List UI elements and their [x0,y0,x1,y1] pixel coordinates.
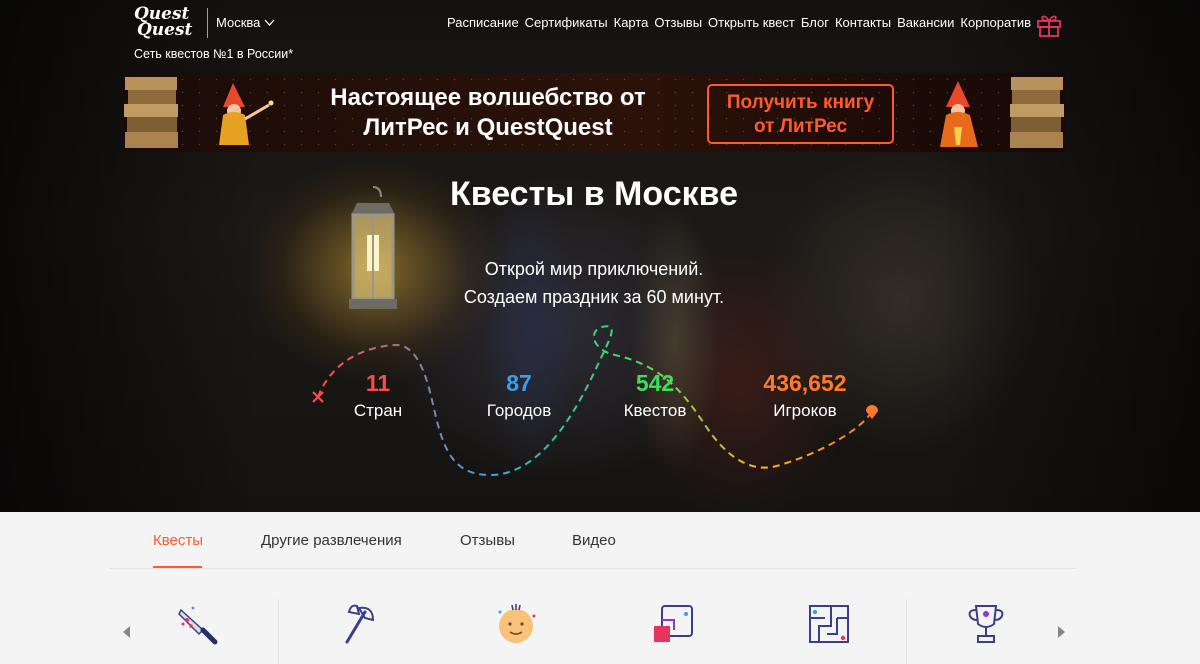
page-title: Квесты в Москве [450,175,738,213]
stat-quests: 542 Квестов [623,370,687,420]
main-nav: Расписание Сертификаты Карта Отзывы Откр… [447,15,1031,30]
banner-headline: Настоящее волшебство от ЛитРес и QuestQu… [330,84,646,141]
nav-schedule[interactable]: Расписание [447,15,519,30]
chevron-down-icon [264,19,275,26]
start-cross-icon [312,391,324,403]
books-image [1010,77,1064,148]
wizard-illustration [940,81,978,147]
nav-reviews[interactable]: Отзывы [654,15,702,30]
chevron-left-icon[interactable] [122,625,131,639]
wizard-illustration [219,83,274,145]
nav-open-quest[interactable]: Открыть квест [708,15,795,30]
hero-subtitle: Открой мир приключений. Создаем праздник… [463,259,725,307]
nav-contacts[interactable]: Контакты [835,15,891,30]
city-selector[interactable]: Москва [216,15,275,30]
gift-icon[interactable] [1035,10,1063,38]
axe-icon[interactable] [333,600,381,648]
stat-countries: 11 Стран [353,370,403,420]
tab-other-entertainment[interactable]: Другие развлечения [261,532,402,549]
get-book-button[interactable]: Получить книгу от ЛитРес [707,84,894,144]
nav-certificates[interactable]: Сертификаты [525,15,608,30]
stat-players: 436,652 Игроков [763,370,847,420]
nav-corporate[interactable]: Корпоратив [960,15,1031,30]
chevron-right-icon[interactable] [1057,625,1066,639]
trophy-icon[interactable] [962,600,1010,648]
puzzle-icon[interactable] [650,600,698,648]
nav-vacancies[interactable]: Вакансии [897,15,954,30]
questquest-logo[interactable]: Quest Quest [134,6,204,42]
city-label: Москва [216,15,261,30]
content-tabs: Квесты Другие развлечения Отзывы Видео [110,512,1076,569]
logo-divider [207,8,208,38]
maze-icon[interactable] [805,600,853,648]
tagline: Сеть квестов №1 в России* [134,47,294,61]
tab-reviews[interactable]: Отзывы [460,532,515,549]
stat-cities: 87 Городов [486,370,552,420]
tab-video[interactable]: Видео [572,532,616,549]
kid-face-icon[interactable] [492,600,540,648]
nav-blog[interactable]: Блог [801,15,829,30]
knife-icon[interactable] [173,600,221,648]
promo-banner[interactable]: Настоящее волшебство от ЛитРес и QuestQu… [123,73,1065,152]
nav-map[interactable]: Карта [614,15,649,30]
active-tab-indicator [153,566,202,568]
books-image [124,77,178,148]
tab-quests[interactable]: Квесты [153,532,203,549]
